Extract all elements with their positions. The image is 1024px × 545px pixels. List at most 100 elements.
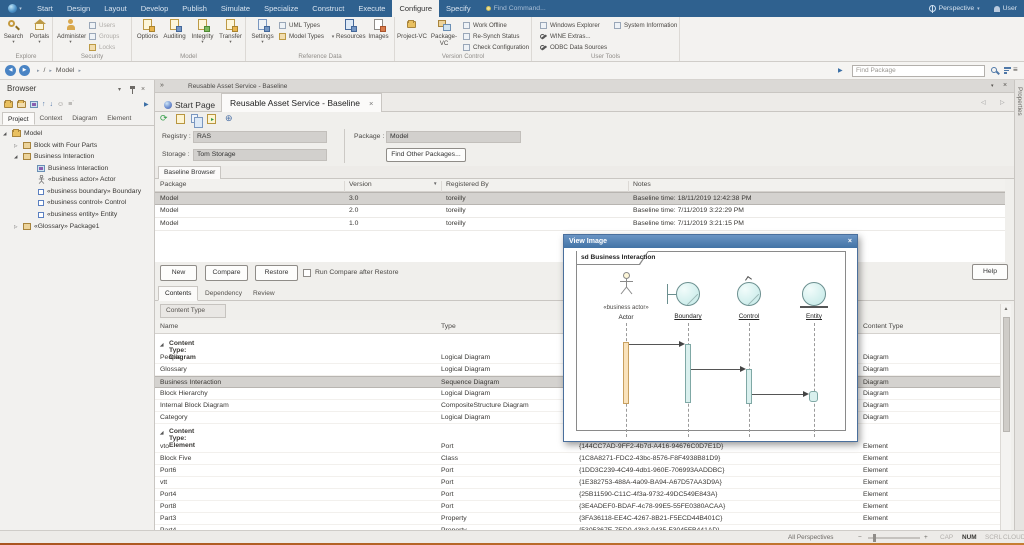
chevrons-icon[interactable]: » <box>160 82 164 89</box>
scroll-up-icon[interactable]: ▲ <box>1001 304 1011 315</box>
expand-panel-icon[interactable]: ▶ <box>144 101 149 108</box>
run-compare-checkbox[interactable] <box>303 269 311 277</box>
breadcrumb[interactable]: ▸ / ▸ Model ▸ <box>37 67 81 74</box>
col-name[interactable]: Name <box>160 323 178 330</box>
auditing-button[interactable]: Auditing <box>161 19 188 40</box>
ribbon-tab-develop[interactable]: Develop <box>134 0 176 17</box>
tree-item-entity[interactable]: «business entity» Entity <box>0 209 117 220</box>
tree-item-business-interaction-diagram[interactable]: Business Interaction <box>0 163 108 174</box>
close-icon[interactable]: × <box>369 99 373 108</box>
portals-button[interactable]: Portals▾ <box>26 19 53 43</box>
check-configuration-button[interactable]: Check Configuration <box>463 42 529 53</box>
search-icon[interactable] <box>991 67 997 73</box>
perspectives-status[interactable]: All Perspectives <box>788 534 833 541</box>
expanded-icon[interactable]: ◢ <box>3 131 9 137</box>
content-row[interactable]: Port8Port{3E4ADEF0-BDAF-4c78-99E5-55FE03… <box>155 501 1005 513</box>
content-row[interactable]: Port6Port{1DD3C239-4C49-4db1-960E-706993… <box>155 465 1005 477</box>
tree-item-control[interactable]: «business control» Control <box>0 197 126 208</box>
new-button[interactable]: New <box>160 265 197 281</box>
find-other-packages-button[interactable]: Find Other Packages... <box>386 148 466 162</box>
col-version[interactable]: Version <box>349 181 372 188</box>
new-diagram-icon[interactable] <box>30 101 38 108</box>
resynch-status-button[interactable]: Re-Synch Status <box>463 31 529 42</box>
ribbon-tab-execute[interactable]: Execute <box>351 0 392 17</box>
tab-project[interactable]: Project <box>2 112 35 125</box>
project-vc-button[interactable]: Project-VC <box>397 19 427 40</box>
filter-icon[interactable] <box>1004 67 1011 75</box>
close-icon[interactable]: × <box>141 86 145 93</box>
import-icon[interactable] <box>207 114 216 124</box>
tab-contents[interactable]: Contents <box>158 286 198 301</box>
administer-button[interactable]: Administer▾ <box>57 19 84 43</box>
tab-context[interactable]: Context <box>35 112 68 125</box>
ribbon-tab-configure[interactable]: Configure <box>392 0 439 17</box>
breadcrumb-model[interactable]: Model <box>56 67 75 74</box>
col-content-type[interactable]: Content Type <box>863 323 903 330</box>
tab-reusable-asset-service[interactable]: Reusable Asset Service - Baseline × <box>221 93 382 112</box>
content-type-filter[interactable]: Content Type <box>160 304 226 318</box>
pin-icon[interactable] <box>130 86 135 94</box>
uml-types-button[interactable]: UML Types <box>279 20 334 31</box>
windows-explorer-button[interactable]: Windows Explorer <box>540 20 607 31</box>
open-package-icon[interactable] <box>17 101 26 108</box>
scrollbar-thumb[interactable] <box>1003 317 1010 432</box>
baseline-row[interactable]: Model 2.0 toreilly Baseline time: 7/11/2… <box>155 205 1005 218</box>
ribbon-tab-specialize[interactable]: Specialize <box>257 0 305 17</box>
restore-button[interactable]: Restore <box>255 265 298 281</box>
tree-item-glossary-package1[interactable]: ▷ «Glossary» Package1 <box>0 221 99 232</box>
close-icon[interactable]: × <box>1003 82 1007 89</box>
col-notes[interactable]: Notes <box>633 181 651 188</box>
ribbon-tab-layout[interactable]: Layout <box>97 0 134 17</box>
content-row[interactable]: Block FiveClass{1C8A8271-FDC2-43bc-8576-… <box>155 453 1005 465</box>
zoom-slider-thumb[interactable] <box>873 534 876 542</box>
content-row[interactable]: vtoPort{144CC7AD-9FF2-4b7d-A416-94676C0D… <box>155 441 1005 453</box>
contents-scrollbar[interactable]: ▲ <box>1000 304 1011 530</box>
collapsed-icon[interactable]: ▷ <box>14 143 20 149</box>
storage-field[interactable]: Tom Storage <box>193 149 327 161</box>
tab-element[interactable]: Element <box>102 112 136 125</box>
chevron-down-icon[interactable]: ▾ <box>118 86 121 93</box>
ribbon-tab-start[interactable]: Start <box>30 0 60 17</box>
zoom-out-icon[interactable]: − <box>858 534 862 541</box>
tree-item-boundary[interactable]: «business boundary» Boundary <box>0 186 141 197</box>
sort-down-icon[interactable]: ▼ <box>433 181 437 186</box>
hamburger-menu-icon[interactable]: ≡ <box>1013 65 1018 74</box>
ribbon-tab-specify[interactable]: Specify <box>439 0 478 17</box>
baseline-row-selected[interactable]: Model 3.0 toreilly Baseline time: 18/11/… <box>155 192 1005 205</box>
transfer-button[interactable]: Transfer▾ <box>217 19 244 43</box>
settings-button[interactable]: Settings▾ <box>249 19 276 43</box>
content-row[interactable]: Port4Port{25B11590-C11C-4f3a-9732-49DC54… <box>155 489 1005 501</box>
users-button[interactable]: Users <box>89 20 119 31</box>
copy-icon[interactable] <box>191 114 198 123</box>
options-button[interactable]: Options <box>134 19 161 40</box>
close-icon[interactable]: × <box>848 238 852 245</box>
system-information-button[interactable]: System Information <box>614 20 677 31</box>
baseline-row[interactable]: Model 1.0 toreilly Baseline time: 7/11/2… <box>155 218 1005 231</box>
tab-review[interactable]: Review <box>247 287 281 301</box>
ribbon-tab-construct[interactable]: Construct <box>305 0 351 17</box>
compare-button[interactable]: Compare <box>205 265 248 281</box>
find-command-box[interactable]: Find Command... <box>486 0 546 17</box>
registry-field[interactable]: RAS <box>193 131 327 143</box>
wine-extras-button[interactable]: WINE Extras... <box>540 31 607 42</box>
tree-item-business-interaction-pkg[interactable]: ◢ Business Interaction <box>0 151 94 162</box>
perspective-menu[interactable]: Perspective ▾ <box>922 0 987 17</box>
content-row[interactable]: Part3Property{3FA36118-EE4C-4267-8B21-F5… <box>155 513 1005 525</box>
move-down-icon[interactable]: ↓ <box>50 101 54 108</box>
app-menu-button[interactable]: ▾ <box>0 0 30 17</box>
tab-scroll-left-icon[interactable]: ◁ <box>981 99 986 106</box>
user-menu[interactable]: User <box>987 0 1024 17</box>
groups-button[interactable]: Groups <box>89 31 119 42</box>
collapsed-icon[interactable]: ▷ <box>14 224 20 230</box>
model-types-button[interactable]: Model Types ▾ <box>279 31 334 42</box>
ribbon-tab-design[interactable]: Design <box>60 0 97 17</box>
tree-item-actor[interactable]: «business actor» Actor <box>0 174 116 185</box>
registry-globe-icon[interactable]: ⊕ <box>225 113 233 124</box>
resources-button[interactable]: Resources <box>336 19 363 40</box>
col-registered-by[interactable]: Registered By <box>446 181 489 188</box>
work-offline-button[interactable]: Work Offline <box>463 20 529 31</box>
package-field[interactable]: Model <box>386 131 521 143</box>
ribbon-tab-publish[interactable]: Publish <box>175 0 214 17</box>
tab-scroll-right-icon[interactable]: ▷ <box>1000 99 1005 106</box>
zoom-in-icon[interactable]: + <box>924 534 928 541</box>
